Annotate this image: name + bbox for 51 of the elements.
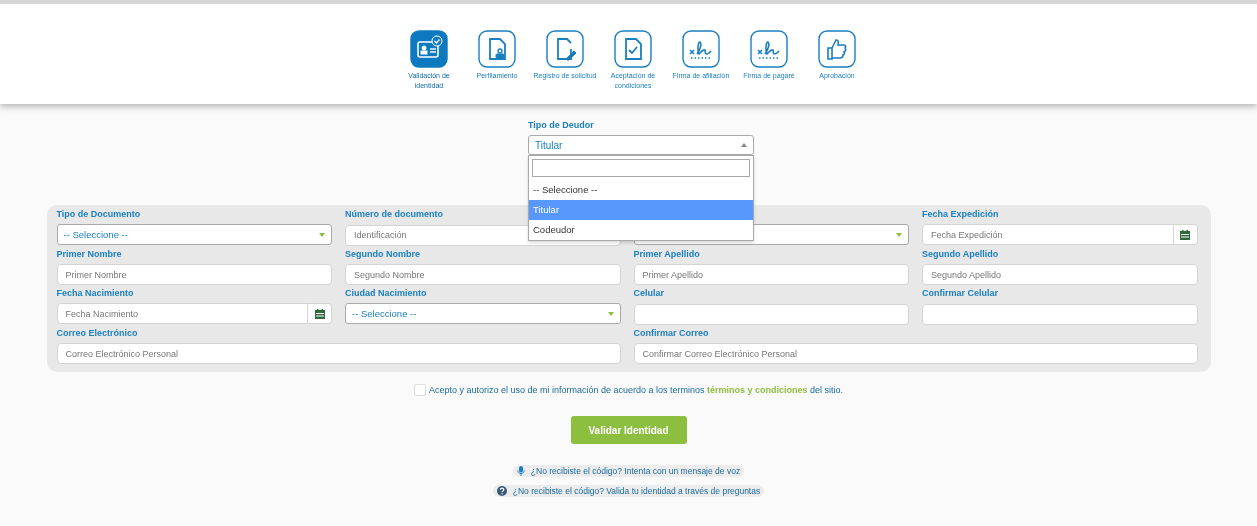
text-field[interactable]: [922, 303, 1198, 325]
field-label: Fecha Nacimiento: [56, 288, 134, 299]
dropdown-option[interactable]: -- Seleccione --: [529, 180, 753, 200]
text-field[interactable]: Confirmar Correo Electrónico Personal: [633, 343, 1198, 364]
field-label: Celular: [633, 288, 664, 299]
microphone-icon: [516, 466, 525, 476]
calendar-button[interactable]: [1173, 224, 1198, 245]
text-field[interactable]: Primer Nombre: [56, 264, 332, 285]
text-field[interactable]: Primer Apellido: [633, 264, 909, 285]
text-field[interactable]: Correo Electrónico Personal: [56, 343, 621, 364]
signature-icon: [750, 30, 788, 68]
text-field[interactable]: Segundo Nombre: [345, 264, 621, 285]
calendar-icon: [314, 308, 325, 319]
consent-checkbox[interactable]: [413, 384, 426, 396]
field-label: Segundo Nombre: [345, 248, 420, 260]
field-label: Ciudad Nacimiento: [345, 288, 427, 299]
caret-icon: [741, 143, 747, 147]
dropdown-option[interactable]: Titular: [529, 200, 753, 220]
field-label: Confirmar Correo: [633, 327, 709, 339]
date-field[interactable]: Fecha Expedición: [922, 224, 1174, 245]
calendar-icon: [1180, 229, 1190, 240]
text-field[interactable]: [633, 303, 909, 325]
document-pencil-icon: [546, 30, 584, 68]
field-label: Primer Nombre: [56, 248, 122, 260]
field-label: Confirmar Celular: [922, 288, 999, 299]
field-label: Tipo de Deudor: [528, 120, 594, 131]
debtor-type-select[interactable]: Titular: [528, 135, 754, 155]
document-user-icon: [478, 30, 516, 68]
field-label: Primer Apellido: [633, 248, 700, 260]
search-field[interactable]: [532, 159, 750, 177]
field-label: Número de documento: [345, 209, 443, 220]
select-field[interactable]: -- Seleccione --: [56, 224, 332, 245]
field-label: Segundo Apellido: [922, 248, 999, 260]
help-link[interactable]: ¿No recibiste el código? Valida tu identidad a través de preguntas: [492, 485, 765, 497]
consent-text: Acepto y autorizo el uso de mi información de acuerdo a los terminos términos y condiciones del sitio.: [428, 385, 844, 395]
caret-icon: [896, 232, 902, 237]
signature-icon: [682, 30, 720, 68]
field-label: Tipo de Documento: [56, 209, 141, 220]
thumbs-up-icon: [818, 30, 856, 68]
field-label: Fecha Expedición: [922, 209, 999, 220]
text-field[interactable]: Segundo Apellido: [922, 264, 1198, 285]
calendar-button[interactable]: [308, 303, 332, 324]
field-label: Correo Electrónico: [56, 327, 138, 339]
caret-icon: [319, 232, 325, 237]
id-card-icon: [410, 30, 448, 68]
caret-icon: [607, 311, 614, 316]
document-check-icon: [614, 30, 652, 68]
date-field[interactable]: Fecha Nacimiento: [56, 303, 308, 324]
help-link[interactable]: ¿No recibiste el código? Intenta con un mensaje de voz: [512, 465, 745, 477]
question-icon: [496, 486, 507, 496]
select-field[interactable]: -- Seleccione --: [345, 303, 621, 324]
